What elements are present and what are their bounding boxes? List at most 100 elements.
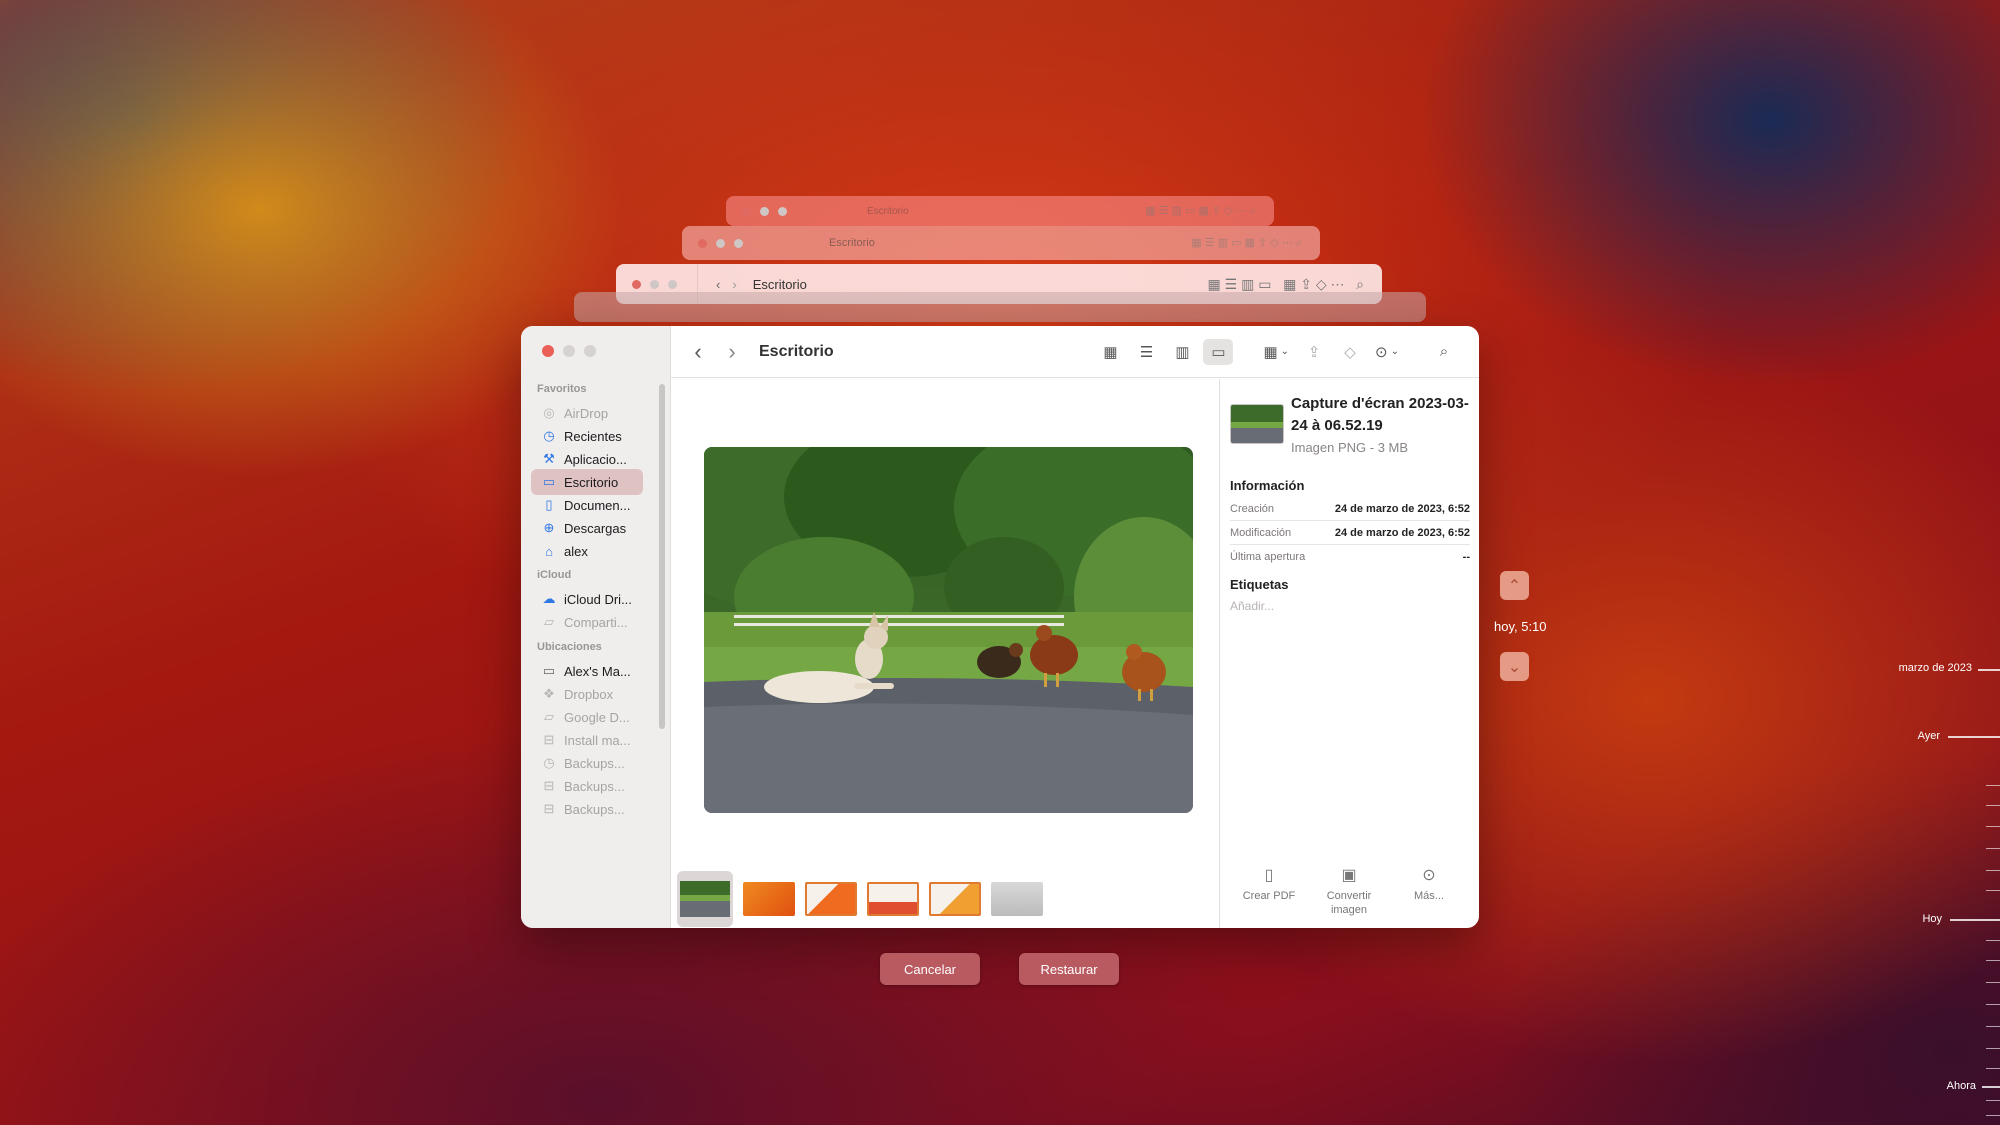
newer-snapshot-button[interactable]: ⌄ <box>1500 652 1529 681</box>
timeline-tick <box>1982 1086 2000 1088</box>
timeline-label[interactable]: Ayer <box>1862 730 1940 742</box>
thumbnail[interactable] <box>929 882 981 916</box>
computer-icon: ▭ <box>542 663 556 678</box>
sidebar-item-alex[interactable]: ⌂ alex <box>531 538 643 564</box>
pdf-icon: ▯ <box>1264 867 1274 884</box>
list-view-button[interactable]: ☰ <box>1131 339 1161 365</box>
action-button[interactable]: ⊙ ⌄ <box>1371 339 1403 365</box>
airdrop-icon: ◎ <box>543 405 555 420</box>
timeline-minor-tick <box>1986 982 2000 983</box>
snapshot-window[interactable]: Escritorio ▦ ☰ ▥ ▭ ▦ ⇪ ◇ ⋯ ⌕ <box>726 196 1274 226</box>
forward-icon: › <box>732 276 737 292</box>
sidebar-scrollbar[interactable] <box>659 384 665 729</box>
image-preview[interactable] <box>704 447 1193 813</box>
timeline-minor-tick <box>1986 1048 2000 1049</box>
timeline-tick <box>1978 669 2000 671</box>
thumbnail[interactable] <box>743 882 795 916</box>
download-icon: ⊕ <box>543 520 555 535</box>
timeline-minor-tick <box>1986 1026 2000 1027</box>
sidebar-item-backups-3[interactable]: ⊟ Backups... <box>531 796 643 822</box>
create-pdf-action[interactable]: ▯ Crear PDF <box>1234 867 1304 903</box>
older-snapshot-button[interactable]: ⌃ <box>1500 571 1529 600</box>
applications-icon: ⚒ <box>543 451 555 466</box>
tags-input[interactable]: Añadir... <box>1230 599 1274 613</box>
search-button[interactable]: ⌕ <box>1429 339 1459 365</box>
share-icon: ⇪ <box>1307 343 1321 361</box>
tag-icon: ◇ <box>1344 343 1356 361</box>
window-title: Escritorio <box>759 342 834 360</box>
file-kind: Imagen PNG - 3 MB <box>1291 440 1409 455</box>
gallery-view-button[interactable]: ▭ <box>1203 338 1234 365</box>
share-button[interactable]: ⇪ <box>1299 339 1329 365</box>
gallery-content <box>671 379 1219 928</box>
minimize-button[interactable] <box>563 345 575 357</box>
tag-button[interactable]: ◇ <box>1335 339 1365 365</box>
thumbnail[interactable] <box>805 882 857 916</box>
drive-icon: ⊟ <box>543 778 555 793</box>
window-controls <box>542 345 596 357</box>
thumbnail-selected[interactable] <box>677 871 733 927</box>
timeline-label[interactable]: marzo de 2023 <box>1862 662 1972 674</box>
snapshot-toolbar-icons: ▦ ☰ ▥ ▭ ▦ ⇪ ◇ ⋯ ⌕ <box>1207 275 1364 292</box>
column-view-button[interactable]: ▥ <box>1167 339 1197 365</box>
cancel-button[interactable]: Cancelar <box>880 953 980 985</box>
chevron-up-icon: ⌃ <box>1507 577 1522 595</box>
search-icon: ⌕ <box>1439 343 1449 360</box>
zoom-button[interactable] <box>584 345 596 357</box>
inspector-panel: Capture d'écran 2023-03-24 à 06.52.19 Im… <box>1219 379 1479 928</box>
dropbox-icon: ❖ <box>543 686 555 701</box>
convert-image-action[interactable]: ▣ Convertir imagen <box>1314 867 1384 917</box>
document-icon: ▯ <box>545 497 553 512</box>
group-icon: ▦ <box>1263 343 1278 361</box>
gallery-icon: ▭ <box>1211 343 1226 361</box>
tags-heading: Etiquetas <box>1230 577 1289 592</box>
timeline-minor-tick <box>1986 785 2000 786</box>
snapshot-window[interactable] <box>574 292 1426 322</box>
snapshot-window[interactable]: Escritorio ▦ ☰ ▥ ▭ ▦ ⇪ ◇ ⋯ ⌕ <box>682 226 1320 260</box>
timeline-label[interactable]: Hoy <box>1862 913 1942 925</box>
sidebar: Favoritos ◎ AirDrop ◷ Recientes ⚒ Aplicacio… <box>521 326 671 928</box>
clock-icon: ◷ <box>543 428 555 443</box>
toolbar: ‹ › Escritorio ▦ ☰ ▥ ▭ ▦ ⌄ ⇪ ◇ ⊙ ⌄ ⌕ <box>671 326 1479 378</box>
timeline-minor-tick <box>1986 1100 2000 1101</box>
info-row-ultima-apertura: Última apertura -- <box>1230 551 1470 563</box>
section-favoritos: Favoritos <box>537 383 587 395</box>
chevron-down-icon: ⌄ <box>1507 658 1522 676</box>
thumbnail-strip <box>677 871 1043 927</box>
timeline-minor-tick <box>1986 826 2000 827</box>
dog-and-chickens-photo <box>704 447 1193 813</box>
timeline-label[interactable]: Ahora <box>1862 1080 1976 1092</box>
snapshot-title: Escritorio <box>867 205 909 217</box>
back-icon: ‹ <box>716 276 721 292</box>
timeline-tick <box>1948 736 2000 738</box>
restore-button[interactable]: Restaurar <box>1019 953 1119 985</box>
more-actions[interactable]: ⊙ Más... <box>1394 868 1464 903</box>
shared-folder-icon: ▱ <box>544 614 554 629</box>
timeline-minor-tick <box>1986 890 2000 891</box>
convert-image-icon: ▣ <box>1341 867 1357 884</box>
chevron-right-icon: › <box>728 338 736 364</box>
icon-view-button[interactable]: ▦ <box>1095 339 1125 365</box>
timeline-minor-tick <box>1986 960 2000 961</box>
group-button[interactable]: ▦ ⌄ <box>1259 339 1293 365</box>
timeline-minor-tick <box>1986 1004 2000 1005</box>
close-button[interactable] <box>542 345 554 357</box>
drive-icon: ⊟ <box>543 732 555 747</box>
forward-button[interactable]: › <box>715 339 749 365</box>
finder-window: Favoritos ◎ AirDrop ◷ Recientes ⚒ Aplicacio… <box>521 326 1479 928</box>
timeline-minor-tick <box>1986 1115 2000 1116</box>
sidebar-item-compartido[interactable]: ▱ Comparti... <box>531 609 643 635</box>
drive-icon: ⊟ <box>543 801 555 816</box>
timeline-minor-tick <box>1986 1068 2000 1069</box>
thumbnail[interactable] <box>867 882 919 916</box>
chevron-left-icon: ‹ <box>694 338 702 364</box>
thumbnail[interactable] <box>991 882 1043 916</box>
file-name: Capture d'écran 2023-03-24 à 06.52.19 <box>1291 395 1469 434</box>
back-button[interactable]: ‹ <box>681 339 715 365</box>
ellipsis-circle-icon: ⊙ <box>1375 343 1388 361</box>
home-icon: ⌂ <box>545 543 553 559</box>
snapshot-toolbar-icons: ▦ ☰ ▥ ▭ ▦ ⇪ ◇ ⋯ ⌕ <box>1145 205 1256 217</box>
snapshot-time: hoy, 5:10 <box>1494 619 1547 634</box>
cloud-icon: ☁ <box>542 591 556 606</box>
info-heading: Información <box>1230 478 1305 493</box>
